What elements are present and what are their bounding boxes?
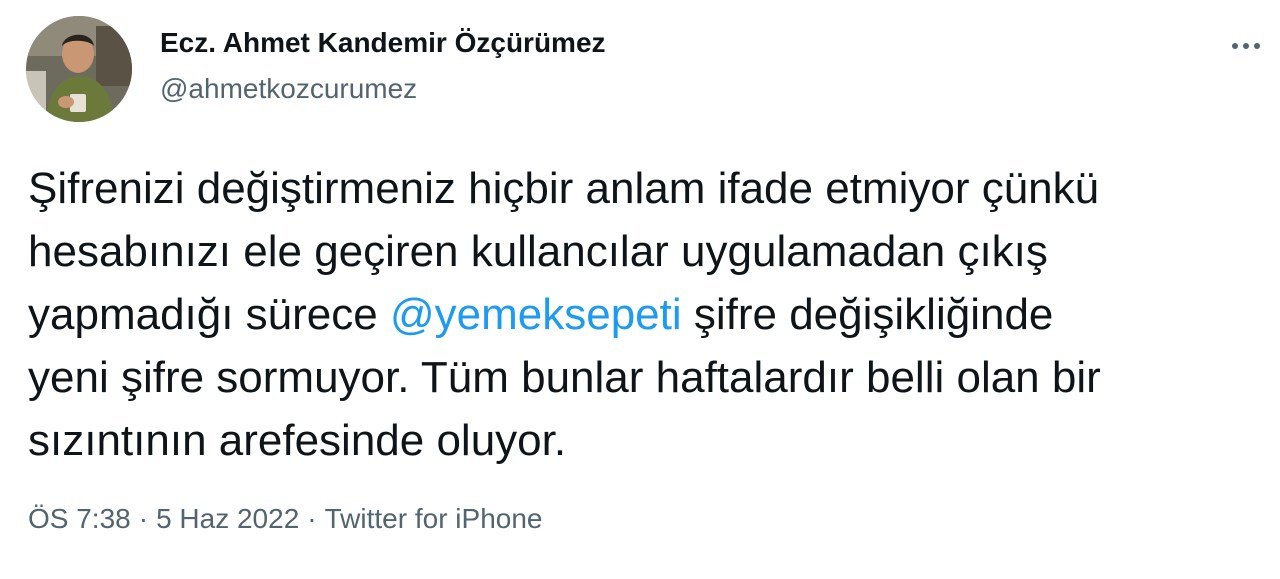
separator: · [307, 503, 317, 534]
tweet-source-link[interactable]: Twitter for iPhone [325, 503, 543, 534]
tweet-line: Şifrenizi değiştirmeniz hiçbir anlam ifa… [28, 164, 1100, 213]
tweet-line: yapmadığı sürece @yemeksepeti şifre deği… [28, 283, 1268, 346]
more-horizontal-icon-dot [1254, 43, 1260, 49]
tweet-line: sızıntının arefesinde oluyor. [28, 416, 567, 465]
tweet-card: Ecz. Ahmet Kandemir Özçürümez @ahmetkozc… [0, 0, 1280, 579]
more-options-button[interactable] [1226, 28, 1266, 64]
more-horizontal-icon [1232, 43, 1238, 49]
tweet-text-segment: yapmadığı sürece [28, 290, 390, 339]
avatar[interactable] [26, 16, 132, 122]
tweet-time-link[interactable]: ÖS 7:38 [28, 503, 131, 534]
separator: · [138, 503, 149, 534]
tweet-line: yeni şifre sormuyor. Tüm bunlar haftalar… [28, 353, 1101, 402]
tweet-text: Şifrenizi değiştirmeniz hiçbir anlam ifa… [28, 157, 1268, 472]
tweet-metadata: ÖS 7:38 · 5 Haz 2022 · Twitter for iPhone [28, 503, 542, 535]
author-handle[interactable]: @ahmetkozcurumez [160, 73, 417, 105]
mention-link[interactable]: @yemeksepeti [390, 290, 682, 339]
author-display-name[interactable]: Ecz. Ahmet Kandemir Özçürümez [160, 27, 606, 59]
tweet-text-segment: şifre değişikliğinde [681, 290, 1054, 339]
tweet-line: hesabınızı ele geçiren kullancılar uygul… [28, 227, 1048, 276]
tweet-date-link[interactable]: 5 Haz 2022 [156, 503, 299, 534]
more-horizontal-icon-dot [1243, 43, 1249, 49]
